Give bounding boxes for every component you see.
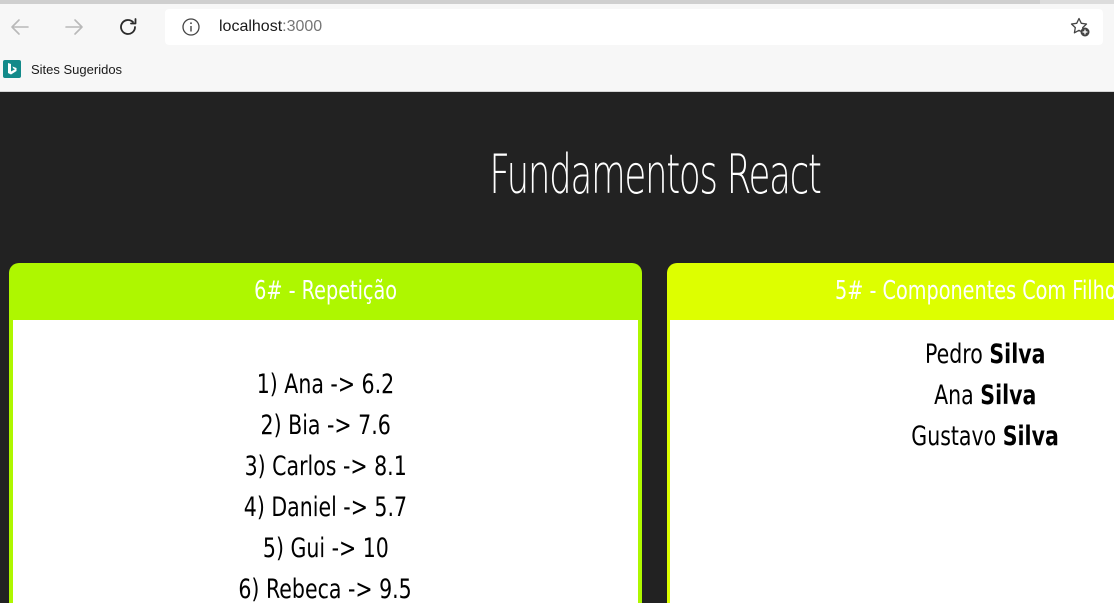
arrow-right-icon [65,19,83,35]
active-tab[interactable] [0,0,1040,4]
family-list: Pedro Silva Ana Silva Gustavo Silva [670,334,1114,457]
list-item: 1) Ana -> 6.2 [256,369,395,400]
reload-icon [120,18,137,35]
family-member: Pedro Silva [924,339,1046,370]
card-body: Pedro Silva Ana Silva Gustavo Silva [670,320,1114,603]
arrow-left-icon [11,19,29,35]
tab-strip [0,0,1114,4]
reload-button[interactable] [111,10,145,44]
list-item: 5) Gui -> 10 [262,533,389,564]
card-body: 1) Ana -> 6.2 2) Bia -> 7.6 3) Carlos ->… [13,320,638,603]
page-content: Fundamentos React 6# - Repetição 1) Ana … [0,92,1114,603]
card-repeticao: 6# - Repetição 1) Ana -> 6.2 2) Bia -> 7… [9,263,642,603]
url-port: :3000 [282,18,323,35]
family-member: Ana Silva [933,380,1037,411]
list-item: 3) Carlos -> 8.1 [244,451,407,482]
list-item: 6) Rebeca -> 9.5 [238,574,413,603]
bookmarks-bar: Sites Sugeridos [0,56,122,82]
bing-logo-icon[interactable] [3,60,21,78]
student-list: 1) Ana -> 6.2 2) Bia -> 7.6 3) Carlos ->… [13,364,638,603]
url-text[interactable]: localhost:3000 [219,17,322,37]
card-header: 5# - Componentes Com Filhos [667,263,1114,319]
browser-chrome: localhost:3000 Sites Sugeridos [0,0,1114,92]
bookmark-sites-sugeridos[interactable]: Sites Sugeridos [31,62,122,77]
card-title: 6# - Repetição [254,276,397,306]
card-header: 6# - Repetição [9,263,642,319]
address-bar[interactable]: localhost:3000 [165,9,1103,45]
page-title: Fundamentos React [489,143,821,206]
forward-button[interactable] [57,10,91,44]
back-button[interactable] [3,10,37,44]
info-icon[interactable] [181,17,201,37]
add-favorite-icon[interactable] [1069,16,1091,38]
family-member: Gustavo Silva [911,421,1059,452]
card-title: 5# - Componentes Com Filhos [835,276,1114,306]
card-componentes-com-filhos: 5# - Componentes Com Filhos Pedro Silva … [667,263,1114,603]
list-item: 4) Daniel -> 5.7 [243,492,408,523]
list-item: 2) Bia -> 7.6 [260,410,391,441]
url-host: localhost [219,18,283,35]
